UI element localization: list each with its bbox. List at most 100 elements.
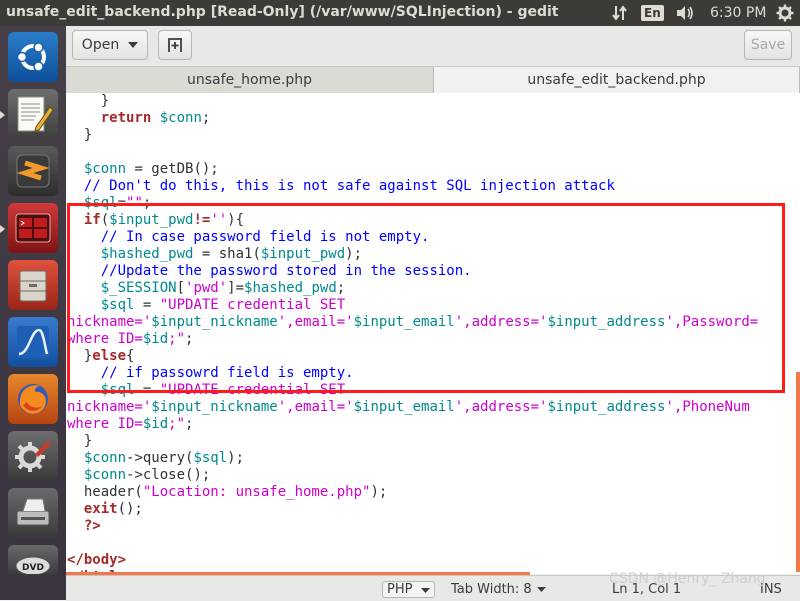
code-token: ; (185, 331, 194, 347)
code-token: nickname=' (67, 314, 152, 330)
code-token: return (100, 110, 152, 126)
code-line: where ID=$id;"; (67, 331, 193, 348)
language-selector[interactable]: PHP (382, 579, 435, 599)
text-editor-icon[interactable] (8, 89, 58, 139)
wireshark-icon[interactable] (8, 317, 58, 367)
code-token: $conn (83, 161, 127, 177)
system-settings-icon[interactable] (8, 431, 58, 481)
code-token: ',address=' (454, 399, 548, 415)
code-token: { (126, 348, 135, 364)
code-token: // In case password field is not empty. (100, 229, 430, 245)
code-token: ;" (168, 331, 186, 347)
scanner-icon[interactable] (8, 488, 58, 538)
code-token: (); (117, 501, 143, 517)
code-line: exit(); (67, 501, 143, 518)
clock[interactable]: 6:30 PM (710, 0, 766, 26)
code-token: ); (370, 484, 388, 500)
files-icon[interactable] (8, 260, 58, 310)
tab-width-selector[interactable]: Tab Width: 8 (451, 579, 546, 599)
tab-label: unsafe_home.php (187, 72, 312, 88)
code-token: where ID= (67, 331, 143, 347)
tab-unsafe-home[interactable]: unsafe_home.php (66, 67, 433, 93)
code-token: $conn (83, 467, 127, 483)
open-button-label: Open (81, 37, 120, 53)
code-token: where ID= (67, 416, 143, 432)
ubuntu-logo-icon[interactable] (8, 32, 58, 82)
code-token: $input_address (547, 314, 666, 330)
save-button[interactable]: Save (744, 30, 792, 60)
new-tab-icon (168, 38, 182, 52)
code-token: ; (185, 416, 194, 432)
firefox-icon[interactable] (8, 374, 58, 424)
code-token: } (67, 93, 110, 109)
code-token: ); (345, 246, 363, 262)
code-token: $sql (83, 195, 118, 211)
code-token: ]= (227, 280, 245, 296)
code-token: = getDB(); (126, 161, 219, 177)
terminal-icon[interactable] (8, 203, 58, 253)
code-editor[interactable]: } return $conn; } $conn = getDB(); // Do… (66, 93, 800, 574)
open-button[interactable]: Open (72, 30, 148, 60)
code-token: $sql (193, 450, 228, 466)
code-token: [ (176, 280, 186, 296)
code-token: '' (210, 212, 228, 228)
top-panel: unsafe_edit_backend.php [Read-Only] (/va… (0, 0, 800, 26)
code-line: </body> (67, 552, 126, 569)
code-token: if (83, 212, 101, 228)
tab-unsafe-edit-backend[interactable]: unsafe_edit_backend.php (433, 67, 800, 93)
code-line: // Don't do this, this is not safe again… (67, 178, 615, 195)
code-line: header("Location: unsafe_home.php"); (67, 484, 387, 501)
code-token: </body> (67, 552, 127, 568)
code-token: else (92, 348, 127, 364)
code-token: // if passowrd field is empty. (100, 365, 354, 381)
code-token: } (67, 348, 93, 364)
keyboard-layout-label: En (641, 5, 664, 21)
code-token: = (117, 195, 127, 211)
sublime-text-icon[interactable] (8, 146, 58, 196)
code-token: $conn (83, 450, 127, 466)
code-token: $input_nickname (151, 399, 278, 415)
code-token: } (67, 127, 93, 143)
code-token: $input_address (547, 399, 666, 415)
speaker-icon[interactable] (676, 0, 694, 26)
code-line: $sql=""; (67, 195, 151, 212)
dvd-icon[interactable]: DVD (8, 545, 58, 575)
code-line: if($input_pwd!=''){ (67, 212, 244, 229)
running-indicator (0, 111, 5, 119)
code-token: header( (67, 484, 143, 500)
gear-icon[interactable] (776, 0, 794, 26)
running-indicator (0, 225, 5, 233)
code-token: "Location: unsafe_home.php" (142, 484, 371, 500)
code-line: //Update the password stored in the sess… (67, 263, 472, 280)
new-tab-button[interactable] (158, 30, 192, 60)
code-line: // if passowrd field is empty. (67, 365, 354, 382)
code-token: $_SESSION (100, 280, 177, 296)
code-line: } (67, 127, 92, 144)
code-line: } (67, 93, 109, 110)
code-token: = (134, 382, 160, 398)
code-token: ){ (227, 212, 245, 228)
network-icon[interactable] (612, 0, 628, 26)
code-line: $_SESSION['pwd']=$hashed_pwd; (67, 280, 345, 297)
code-token: $input_email (353, 399, 455, 415)
code-token: "" (126, 195, 143, 211)
code-token: $input_pwd (260, 246, 346, 262)
code-line: // In case password field is not empty. (67, 229, 430, 246)
code-line: $conn->close(); (67, 467, 210, 484)
watermark: CSDN @Henry_ Zhang (609, 571, 766, 587)
chevron-down-icon (536, 586, 546, 592)
keyboard-layout-indicator[interactable]: En (641, 0, 664, 26)
orange-edge (796, 372, 800, 572)
language-selector-box: PHP (382, 580, 435, 598)
code-token: } (67, 433, 93, 449)
code-token: ->close(); (126, 467, 211, 483)
